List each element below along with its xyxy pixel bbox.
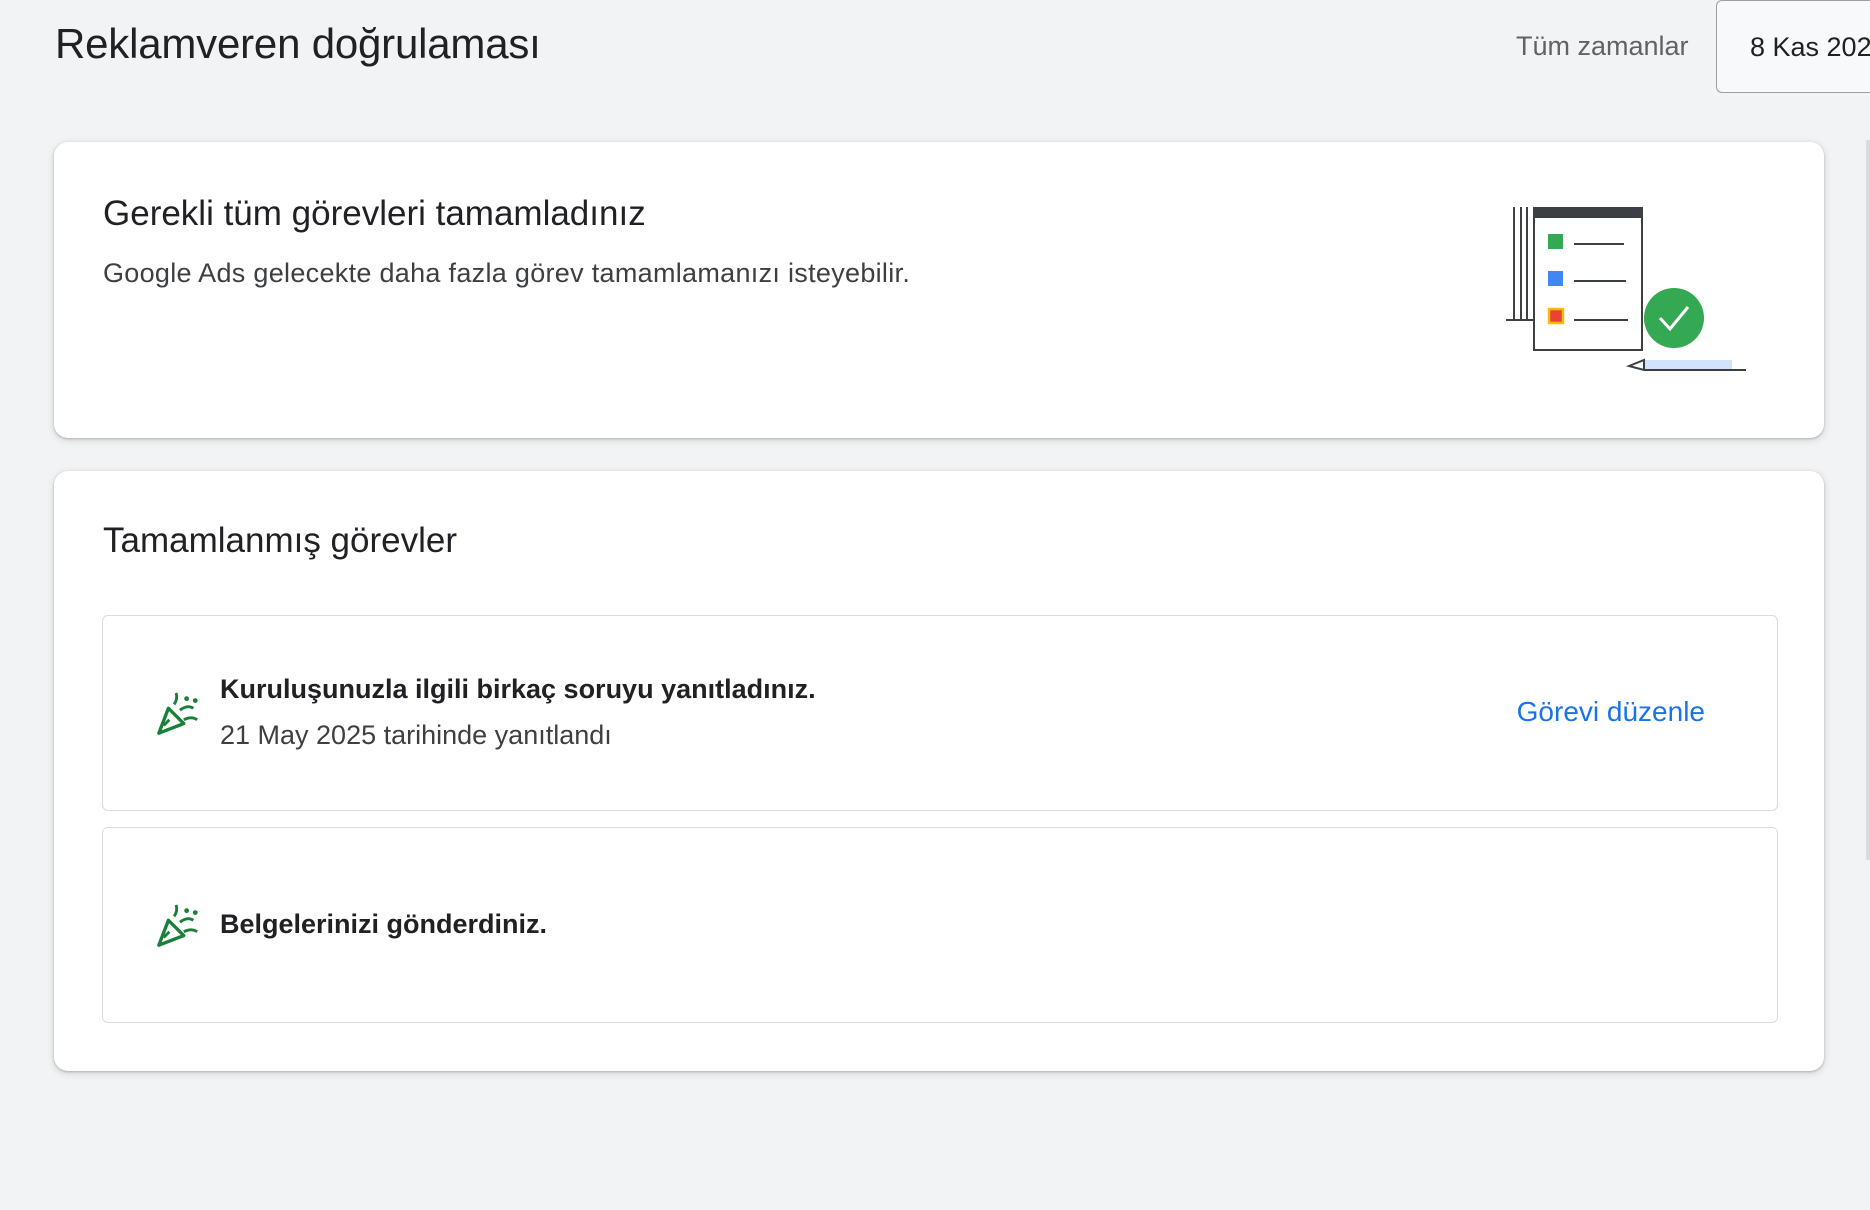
- completion-summary-card: Gerekli tüm görevleri tamamladınız Googl…: [54, 142, 1824, 438]
- celebration-icon: [157, 904, 198, 947]
- page-title: Reklamveren doğrulaması: [55, 20, 541, 67]
- edit-task-link[interactable]: Görevi düzenle: [1517, 696, 1705, 728]
- task-row-questions: Kuruluşunuzla ilgili birkaç soruyu yanıt…: [102, 615, 1778, 811]
- adjacent-panel-edge: [1866, 140, 1870, 860]
- checklist-complete-illustration: [1506, 207, 1746, 372]
- task-answered-date: 21 May 2025 tarihinde yanıtlandı: [220, 720, 612, 750]
- page: Reklamveren doğrulaması Tüm zamanlar 8 K…: [0, 0, 1870, 1210]
- summary-description: Google Ads gelecekte daha fazla görev ta…: [103, 258, 911, 288]
- page-header: Reklamveren doğrulaması Tüm zamanlar 8 K…: [0, 0, 1870, 100]
- celebration-icon: [157, 692, 198, 735]
- date-range-value: 8 Kas 2024: [1750, 32, 1870, 62]
- task-title: Belgelerinizi gönderdiniz.: [220, 909, 548, 939]
- date-range-picker[interactable]: 8 Kas 2024: [1716, 0, 1870, 93]
- task-row-documents: Belgelerinizi gönderdiniz.: [102, 827, 1778, 1023]
- completed-tasks-card: Tamamlanmış görevler Kuruluşunuzla ilgil…: [54, 471, 1824, 1071]
- completed-tasks-title: Tamamlanmış görevler: [103, 521, 457, 560]
- summary-title: Gerekli tüm görevleri tamamladınız: [103, 194, 646, 233]
- date-range-label: Tüm zamanlar: [1516, 31, 1689, 61]
- task-title: Kuruluşunuzla ilgili birkaç soruyu yanıt…: [220, 674, 816, 704]
